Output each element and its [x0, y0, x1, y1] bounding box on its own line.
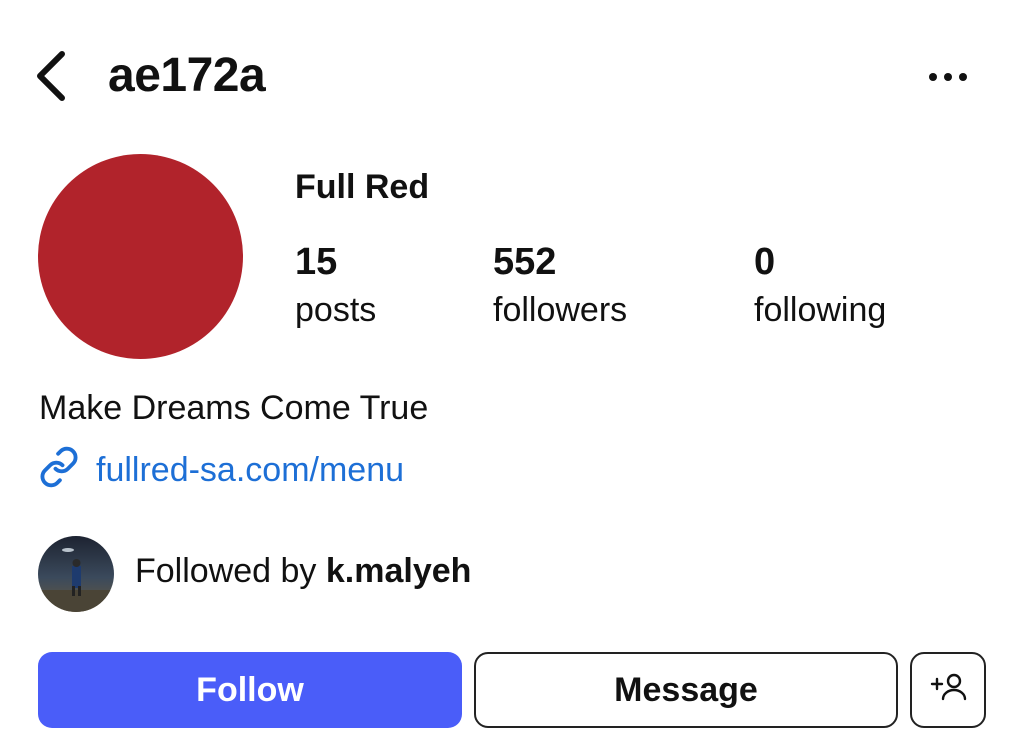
posts-label: posts [295, 291, 377, 329]
back-icon[interactable] [28, 48, 72, 104]
posts-stat[interactable]: 15 posts [295, 240, 376, 332]
suggested-accounts-button[interactable] [910, 652, 986, 728]
following-label: following [754, 291, 887, 329]
link-text: fullred-sa.com/menu [96, 450, 405, 489]
following-stat[interactable]: 0 following [754, 240, 886, 332]
follow-button[interactable]: Follow [38, 652, 462, 728]
followers-count: 552 [493, 241, 557, 283]
display-name: Full Red [295, 168, 430, 206]
profile-username: ae172a [108, 49, 266, 102]
profile-bio: Make Dreams Come True [39, 389, 429, 427]
followed-by-username: k.malyeh [325, 552, 472, 590]
message-button[interactable]: Message [474, 652, 898, 728]
follower-avatar[interactable] [38, 536, 114, 612]
add-person-icon [929, 671, 967, 710]
followed-by-text[interactable]: Followed by k.malyeh [135, 549, 471, 593]
followed-by-prefix: Followed by [135, 552, 326, 590]
followers-stat[interactable]: 552 followers [493, 240, 627, 332]
link-icon [38, 446, 80, 493]
following-count: 0 [754, 241, 776, 283]
profile-link[interactable]: fullred-sa.com/menu [38, 446, 404, 493]
followers-label: followers [493, 291, 628, 329]
ellipsis-icon[interactable] [924, 62, 972, 92]
posts-count: 15 [295, 241, 338, 283]
profile-avatar[interactable] [38, 154, 243, 359]
